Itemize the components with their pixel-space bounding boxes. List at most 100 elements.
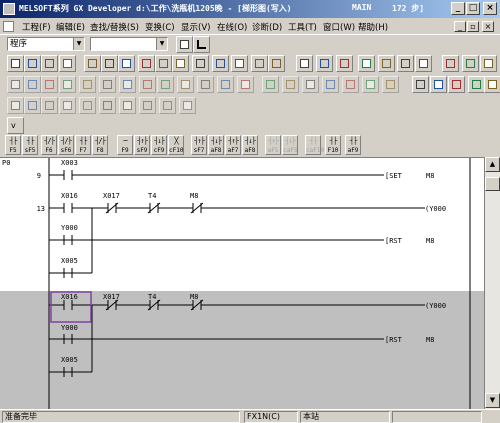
toolbar-button[interactable]	[118, 55, 135, 72]
no-contact[interactable]	[49, 170, 384, 180]
toolbar-button[interactable]	[296, 55, 313, 72]
toolbar-button[interactable]	[217, 76, 234, 93]
pointer-button[interactable]	[193, 36, 210, 53]
menu-project[interactable]: 工程(F)	[22, 21, 51, 33]
menu-window[interactable]: 窗口(W)	[323, 21, 355, 33]
toolbar-button[interactable]	[179, 97, 196, 114]
rst-instruction[interactable]: [RST	[385, 336, 403, 344]
ladder-symbol-button[interactable]: ┤├ F7	[75, 135, 91, 155]
chevron-down-icon[interactable]: ▼	[156, 38, 167, 50]
ladder-symbol-button[interactable]: ┤/├ F8	[92, 135, 108, 155]
toolbar-button[interactable]	[262, 76, 279, 93]
toolbar-button[interactable]	[322, 76, 339, 93]
scroll-down-button[interactable]: ▼	[485, 393, 500, 408]
menu-edit[interactable]: 编辑(E)	[56, 21, 85, 33]
ladder-symbol-button[interactable]: ┤↓├ aF8	[208, 135, 224, 155]
toolbar-button[interactable]	[268, 55, 285, 72]
child-restore-button[interactable]: ▫	[467, 21, 479, 32]
toolbar-button[interactable]	[24, 55, 41, 72]
menu-online[interactable]: 在线(O)	[217, 21, 247, 33]
toolbar-button[interactable]	[79, 76, 96, 93]
menu-find-replace[interactable]: 查找/替换(S)	[90, 21, 139, 33]
toolbar-button[interactable]	[172, 55, 189, 72]
ladder-symbol-button[interactable]: ┤/├ F6	[41, 135, 57, 155]
ladder-symbol-button[interactable]: ─ F9	[117, 135, 133, 155]
toolbar-button[interactable]	[59, 76, 76, 93]
toolbar-button[interactable]	[139, 97, 156, 114]
toolbar-button[interactable]	[119, 97, 136, 114]
data-type-select[interactable]: 程序 ▼	[7, 37, 85, 51]
rst-instruction[interactable]: [RST	[385, 237, 403, 245]
toolbar-button[interactable]	[468, 76, 485, 93]
child-close-button[interactable]: ×	[482, 21, 494, 32]
coil-output[interactable]: (Y000	[425, 205, 446, 213]
ladder-symbol-button[interactable]: ┤↑├ aF7	[225, 135, 241, 155]
toolbar-button[interactable]	[7, 97, 24, 114]
toolbar-button[interactable]	[484, 76, 500, 93]
toolbar-button[interactable]	[251, 55, 268, 72]
toolbar-button[interactable]	[84, 55, 101, 72]
menu-help[interactable]: 帮助(H)	[358, 21, 388, 33]
ladder-symbol-button[interactable]: ┤├ F5	[5, 135, 21, 155]
document-icon[interactable]	[3, 21, 14, 32]
toolbar-button[interactable]	[7, 55, 24, 72]
toolbar-button[interactable]	[7, 76, 24, 93]
sfc-button[interactable]: ⅴ	[7, 117, 24, 134]
toolbar-button[interactable]	[480, 55, 497, 72]
toolbar-button[interactable]	[192, 55, 209, 72]
coil-output[interactable]: (Y000	[425, 302, 446, 310]
menu-tools[interactable]: 工具(T)	[288, 21, 317, 33]
program-select[interactable]: ▼	[90, 37, 168, 51]
toolbar-button[interactable]	[237, 76, 254, 93]
ladder-symbol-button[interactable]: ┤↑├ sF9	[134, 135, 150, 155]
toolbar-button[interactable]	[448, 76, 465, 93]
ladder-symbol-button[interactable]: ┤├ sF5	[22, 135, 38, 155]
toolbar-button[interactable]	[378, 55, 395, 72]
toolbar-button[interactable]	[101, 55, 118, 72]
ladder-symbol-button[interactable]: ┤├ F10	[325, 135, 341, 155]
scroll-up-button[interactable]: ▲	[485, 157, 500, 172]
toolbar-button[interactable]	[59, 97, 76, 114]
menu-convert[interactable]: 变换(C)	[145, 21, 175, 33]
toolbar-button[interactable]	[302, 76, 319, 93]
toolbar-button[interactable]	[316, 55, 333, 72]
maximize-button[interactable]: □	[466, 2, 480, 15]
ladder-symbol-button[interactable]: ╳ cF10	[168, 135, 184, 155]
toolbar-button[interactable]	[24, 76, 41, 93]
toolbar-button[interactable]	[282, 76, 299, 93]
ladder-symbol-button[interactable]: ┤↑├ aF5	[265, 135, 281, 155]
minimize-button[interactable]: _	[451, 2, 465, 15]
child-minimize-button[interactable]: _	[454, 21, 466, 32]
toolbar-button[interactable]	[155, 55, 172, 72]
ladder-symbol-button[interactable]: ┤├ aF9	[345, 135, 361, 155]
toolbar-button[interactable]	[41, 97, 58, 114]
toolbar-button[interactable]	[139, 76, 156, 93]
toolbar-button[interactable]	[336, 55, 353, 72]
toolbar-button[interactable]	[362, 76, 379, 93]
ladder-symbol-button[interactable]: ┤├ caF10	[305, 135, 324, 155]
menu-view[interactable]: 显示(V)	[181, 21, 210, 33]
toolbar-button[interactable]	[231, 55, 248, 72]
toolbar-button[interactable]	[138, 55, 155, 72]
toolbar-button[interactable]	[41, 55, 58, 72]
ladder-symbol-button[interactable]: ┤↓├ aF8	[242, 135, 258, 155]
toolbar-button[interactable]	[462, 55, 479, 72]
ladder-symbol-button[interactable]: ┤↓├ caF5	[282, 135, 298, 155]
toolbar-button[interactable]	[79, 97, 96, 114]
toolbar-button[interactable]	[197, 76, 214, 93]
toolbar-button[interactable]	[177, 76, 194, 93]
toolbar-button[interactable]	[212, 55, 229, 72]
toolbar-button[interactable]	[382, 76, 399, 93]
open-list-button[interactable]	[176, 36, 193, 53]
toolbar-button[interactable]	[342, 76, 359, 93]
toolbar-button[interactable]	[442, 55, 459, 72]
chevron-down-icon[interactable]: ▼	[73, 38, 84, 50]
toolbar-button[interactable]	[358, 55, 375, 72]
ladder-symbol-button[interactable]: ┤↑├ sF7	[191, 135, 207, 155]
vertical-scrollbar[interactable]: ▲ ▼	[484, 157, 500, 409]
toolbar-button[interactable]	[99, 76, 116, 93]
ladder-symbol-button[interactable]: ┤↓├ cF9	[151, 135, 167, 155]
toolbar-button[interactable]	[119, 76, 136, 93]
set-instruction[interactable]: [SET	[385, 172, 403, 180]
toolbar-button[interactable]	[157, 76, 174, 93]
